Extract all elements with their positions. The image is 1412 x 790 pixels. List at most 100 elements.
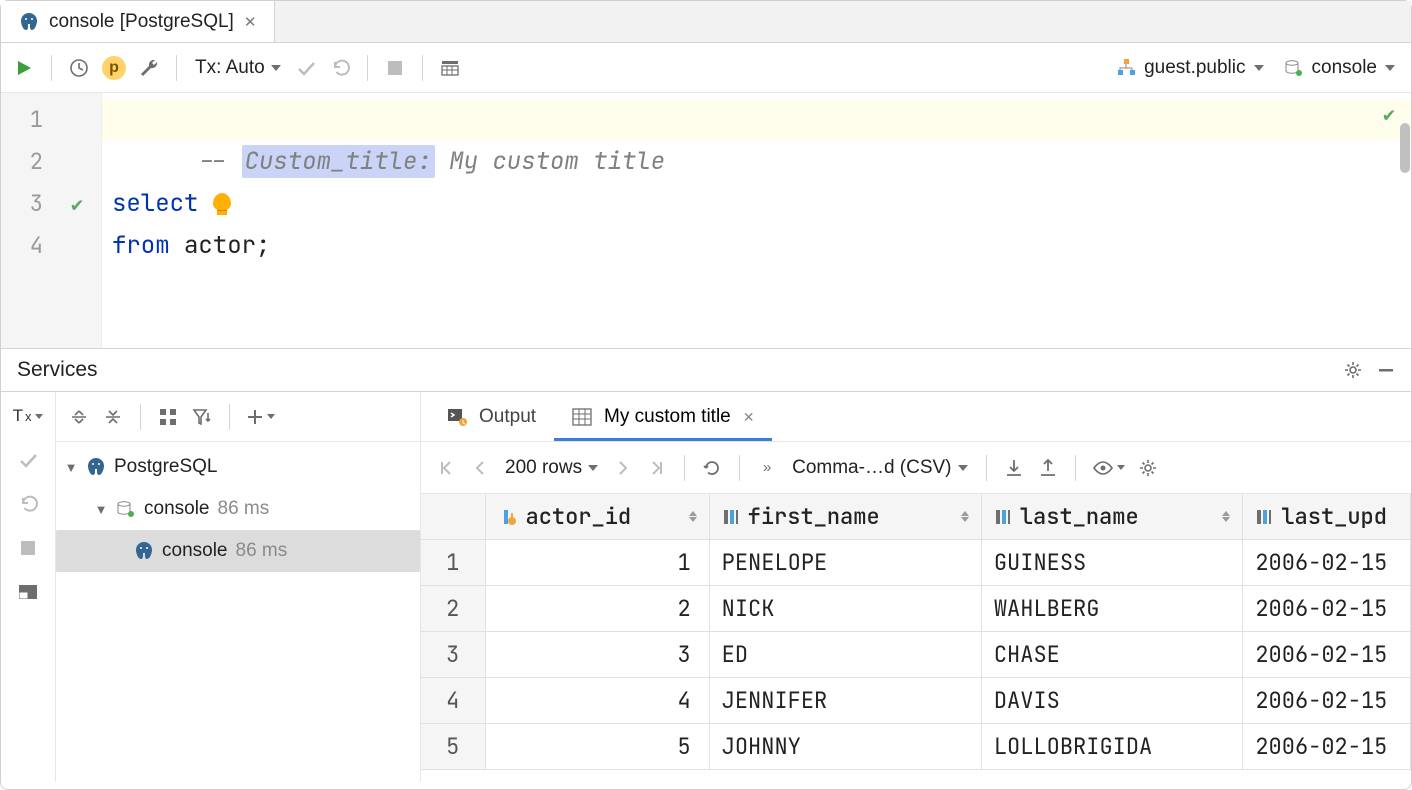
grid-corner (421, 494, 485, 540)
sort-icon[interactable] (1222, 511, 1230, 522)
tx-dropdown-icon[interactable]: Tx (13, 402, 43, 430)
commit-icon[interactable] (289, 51, 323, 85)
settings-icon[interactable] (1131, 451, 1165, 485)
editor-tab-console[interactable]: console [PostgreSQL] ✕ (1, 1, 275, 42)
separator (986, 455, 987, 481)
rollback-icon[interactable] (13, 490, 43, 518)
session-selector[interactable]: console (1274, 57, 1406, 79)
stop-icon[interactable] (378, 51, 412, 85)
editor-body[interactable]: ✔ -- Custom_title: My custom title selec… (101, 93, 1411, 348)
sort-icon[interactable] (961, 511, 969, 522)
collapse-all-icon[interactable] (96, 400, 130, 434)
sql-editor[interactable]: 1 2 3 4 ✔ ✔ -- Custom_title: My custom t… (1, 93, 1411, 348)
grid-cell-actor-id[interactable]: 3 (485, 632, 709, 678)
sort-icon[interactable] (689, 511, 697, 522)
line-number: 1 (1, 99, 53, 141)
grid-col-first-name[interactable]: first_name (709, 494, 981, 540)
run-button[interactable] (7, 51, 41, 85)
session-label: console (1312, 57, 1378, 79)
intention-bulb-icon[interactable] (213, 193, 231, 211)
grid-col-actor-id[interactable]: actor_id (485, 494, 709, 540)
commit-icon[interactable] (13, 446, 43, 474)
grid-cell-last-update[interactable]: 2006-02-15 (1243, 678, 1411, 724)
grid-cell-last-name[interactable]: DAVIS (981, 678, 1243, 724)
grid-row[interactable]: 33EDCHASE2006-02-15 (421, 632, 1411, 678)
layout-icon[interactable] (13, 578, 43, 606)
close-icon[interactable]: ✕ (743, 409, 755, 426)
grid-cell-last-update[interactable]: 2006-02-15 (1243, 632, 1411, 678)
grid-col-last-name[interactable]: last_name (981, 494, 1243, 540)
grid-cell-last-update[interactable]: 2006-02-15 (1243, 540, 1411, 586)
grid-cell-last-name[interactable]: CHASE (981, 632, 1243, 678)
last-page-icon[interactable] (640, 451, 674, 485)
grid-cell-actor-id[interactable]: 5 (485, 724, 709, 770)
minimize-icon[interactable] (1377, 361, 1395, 379)
tree-expand-icon[interactable]: ▼ (64, 460, 78, 475)
import-icon[interactable] (1031, 451, 1065, 485)
grid-row[interactable]: 55JOHNNYLOLLOBRIGIDA2006-02-15 (421, 724, 1411, 770)
add-icon[interactable] (240, 400, 281, 434)
chevron-down-icon (1385, 65, 1395, 71)
editor-gutter-linenumbers: 1 2 3 4 (1, 93, 53, 348)
grid-cell-last-name[interactable]: GUINESS (981, 540, 1243, 586)
next-page-icon[interactable] (606, 451, 640, 485)
grid-row[interactable]: 22NICKWAHLBERG2006-02-15 (421, 586, 1411, 632)
postgres-elephant-icon (19, 12, 39, 32)
history-icon[interactable] (62, 51, 96, 85)
result-tab-output[interactable]: Output (429, 396, 554, 441)
tree-node-console[interactable]: ▼ console 86 ms (56, 488, 420, 530)
grid-cell-last-update[interactable]: 2006-02-15 (1243, 724, 1411, 770)
postgres-elephant-icon (134, 541, 154, 561)
stop-icon[interactable] (13, 534, 43, 562)
export-icon[interactable] (997, 451, 1031, 485)
grid-cell-first-name[interactable]: NICK (709, 586, 981, 632)
result-tab-custom[interactable]: My custom title ✕ (554, 396, 772, 441)
tx-mode-dropdown[interactable]: Tx: Auto (187, 51, 289, 85)
grid-cell-actor-id[interactable]: 4 (485, 678, 709, 724)
scrollbar-thumb[interactable] (1400, 123, 1410, 173)
grid-row[interactable]: 11PENELOPEGUINESS2006-02-15 (421, 540, 1411, 586)
view-icon[interactable] (1086, 451, 1131, 485)
grid-cell-last-name[interactable]: LOLLOBRIGIDA (981, 724, 1243, 770)
editor-scrollbar[interactable] (1399, 93, 1411, 348)
result-grid[interactable]: actor_id first_name (421, 494, 1411, 770)
first-page-icon[interactable] (429, 451, 463, 485)
p-badge-icon[interactable]: p (96, 51, 132, 85)
prev-page-icon[interactable] (463, 451, 497, 485)
grid-row[interactable]: 44JENNIFERDAVIS2006-02-15 (421, 678, 1411, 724)
more-icon[interactable]: » (750, 451, 784, 485)
rollback-icon[interactable] (323, 51, 357, 85)
editor-line[interactable]: from actor; (102, 225, 1411, 267)
explain-plan-icon[interactable] (433, 51, 467, 85)
grid-cell-last-name[interactable]: WAHLBERG (981, 586, 1243, 632)
output-icon (447, 408, 467, 426)
reload-icon[interactable] (695, 451, 729, 485)
grid-cell-first-name[interactable]: JOHNNY (709, 724, 981, 770)
filter-icon[interactable] (185, 400, 219, 434)
tree-expand-icon[interactable]: ▼ (94, 502, 108, 517)
gear-icon[interactable] (1343, 360, 1363, 380)
grid-cell-first-name[interactable]: ED (709, 632, 981, 678)
services-result-panel: Output My custom title ✕ 200 rows » Comm… (421, 392, 1411, 782)
grid-rownum: 1 (421, 540, 485, 586)
grid-cell-first-name[interactable]: JENNIFER (709, 678, 981, 724)
grid-cell-last-update[interactable]: 2006-02-15 (1243, 586, 1411, 632)
wrench-icon[interactable] (132, 51, 166, 85)
grid-cell-first-name[interactable]: PENELOPE (709, 540, 981, 586)
editor-line[interactable]: select * (102, 183, 1411, 225)
grid-col-last-update[interactable]: last_upd (1243, 494, 1411, 540)
expand-all-icon[interactable] (62, 400, 96, 434)
tree-node-postgresql[interactable]: ▼ PostgreSQL (56, 446, 420, 488)
editor-gutter-marks: ✔ (53, 93, 101, 348)
services-tree[interactable]: ▼ PostgreSQL ▼ console 86 ms console 86 … (56, 442, 420, 782)
editor-line[interactable]: -- Custom_title: My custom title (102, 99, 1411, 141)
rows-dropdown[interactable]: 200 rows (497, 451, 606, 485)
grid-cell-actor-id[interactable]: 1 (485, 540, 709, 586)
tx-mode-label: Tx: Auto (195, 57, 265, 79)
group-icon[interactable] (151, 400, 185, 434)
tree-node-console-run[interactable]: console 86 ms (56, 530, 420, 572)
close-icon[interactable]: ✕ (244, 13, 257, 31)
schema-selector[interactable]: guest.public (1106, 57, 1273, 79)
export-format-dropdown[interactable]: Comma-…d (CSV) (784, 451, 975, 485)
grid-cell-actor-id[interactable]: 2 (485, 586, 709, 632)
